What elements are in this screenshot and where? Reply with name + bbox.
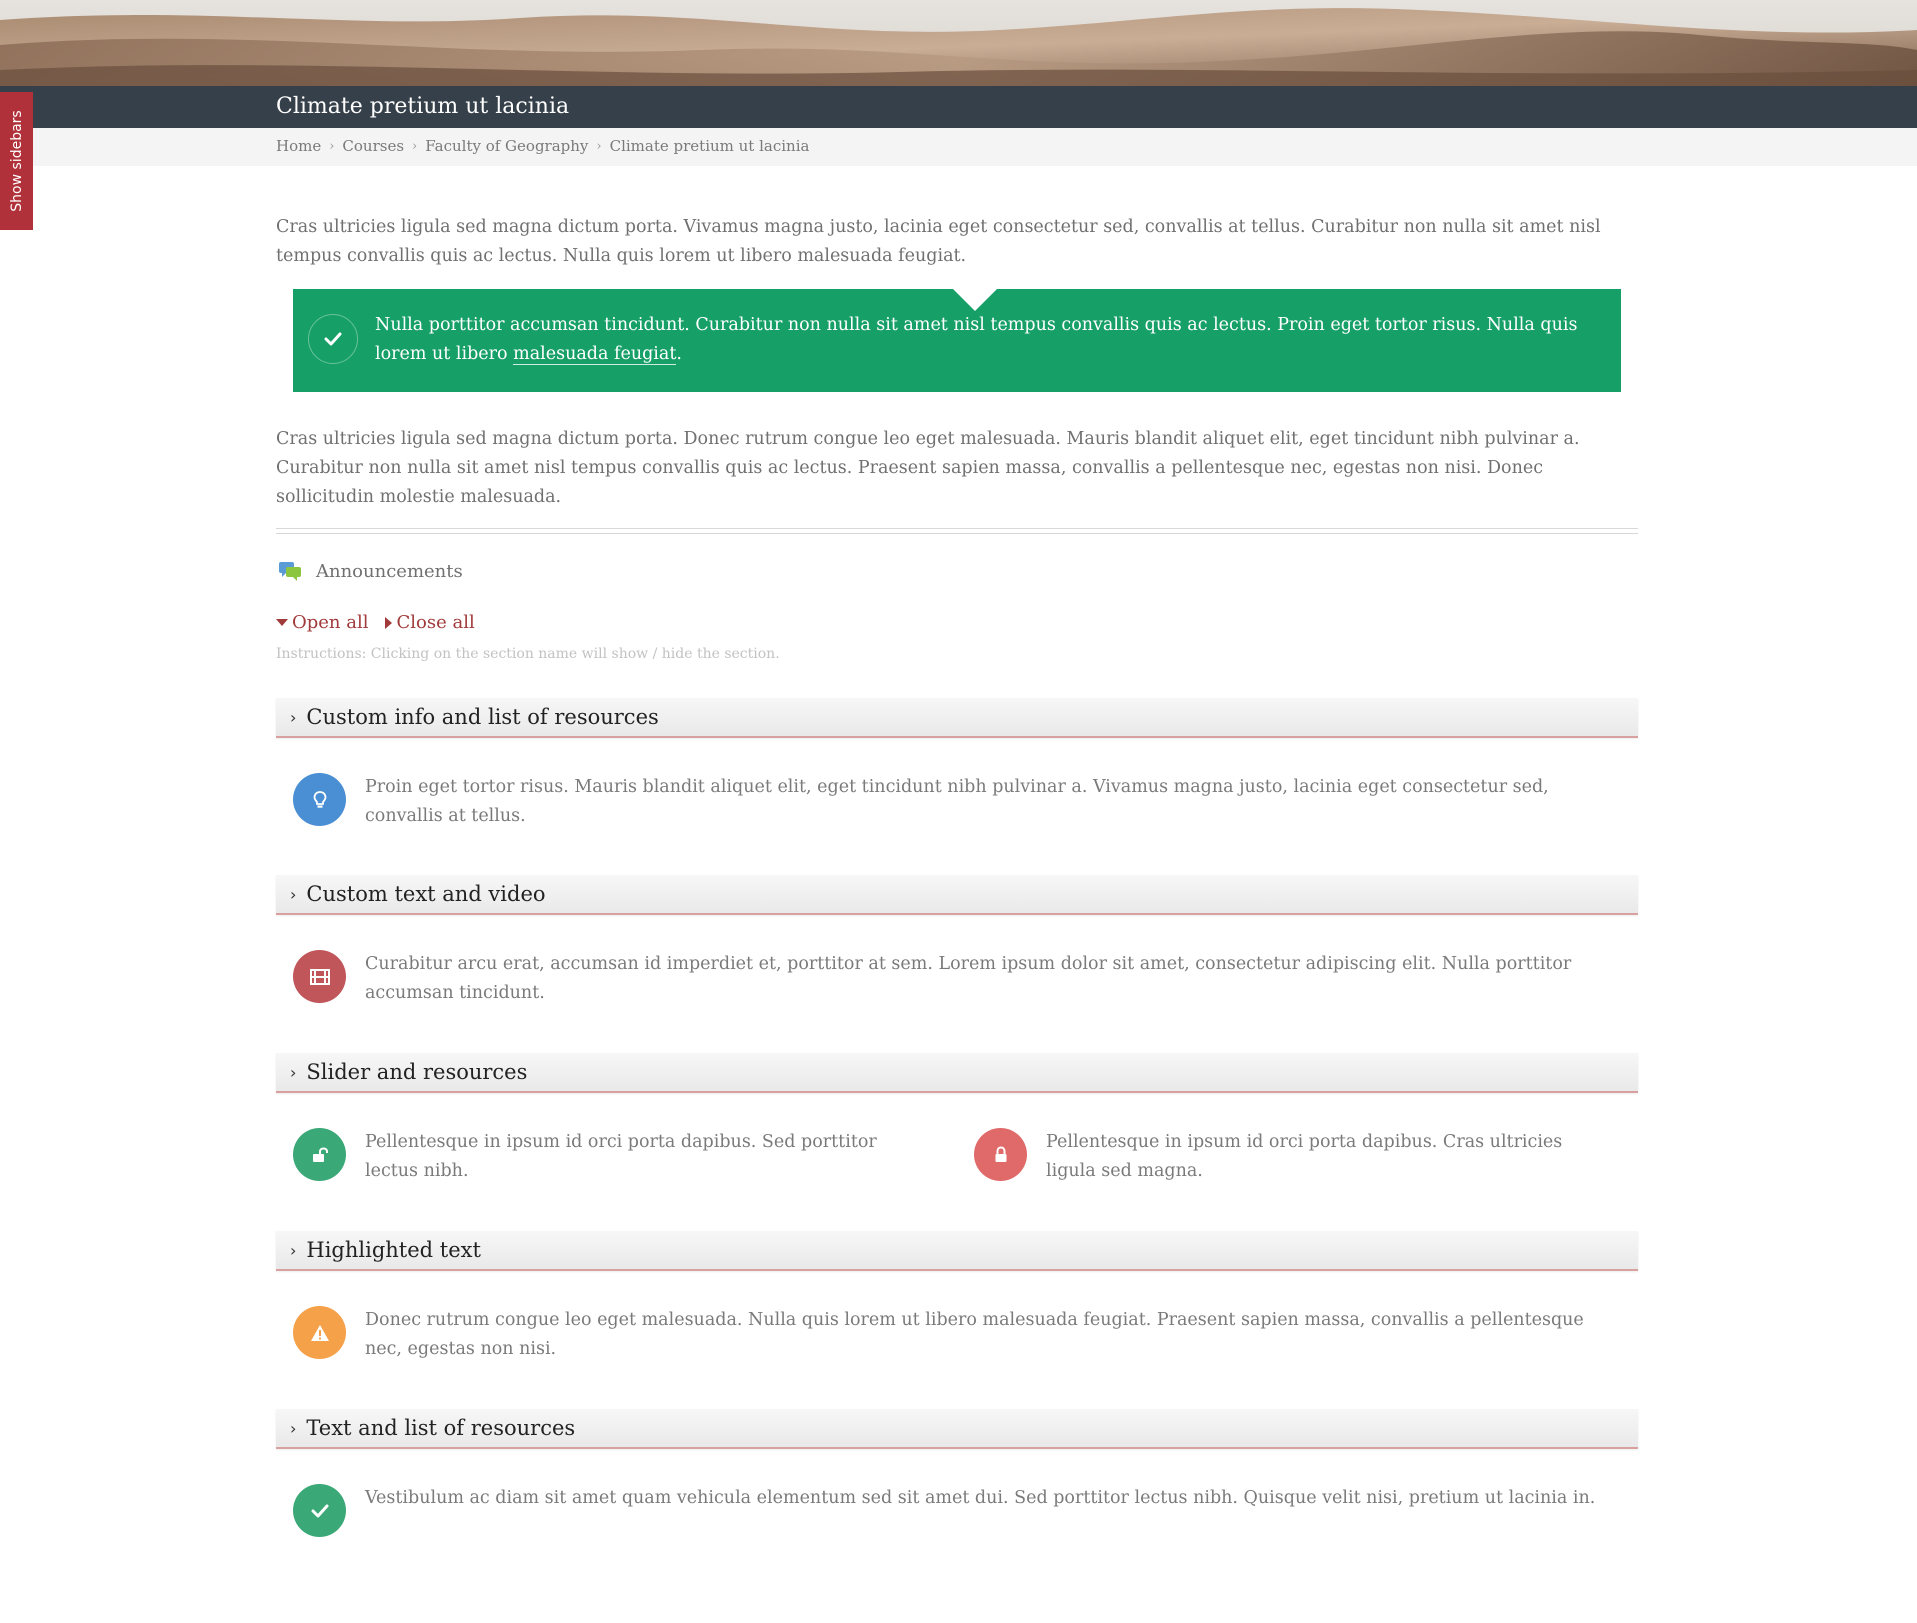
list-item: Pellentesque in ipsum id orci porta dapi… xyxy=(974,1128,1614,1186)
page-title: Climate pretium ut lacinia xyxy=(276,94,570,119)
chevron-right-icon: › xyxy=(290,884,297,904)
item-text: Proin eget tortor risus. Mauris blandit … xyxy=(365,777,1549,826)
header-banner-image xyxy=(0,0,1917,86)
list-item: Pellentesque in ipsum id orci porta dapi… xyxy=(293,1128,913,1186)
close-all-link[interactable]: Close all xyxy=(384,612,475,633)
item-text: Pellentesque in ipsum id orci porta dapi… xyxy=(1046,1132,1563,1181)
list-item: Proin eget tortor risus. Mauris blandit … xyxy=(293,773,1593,831)
section-title: Custom info and list of resources xyxy=(306,705,659,729)
show-sidebars-label: Show sidebars xyxy=(8,110,25,212)
section-header-highlighted-text[interactable]: › Highlighted text xyxy=(276,1231,1638,1271)
warning-icon xyxy=(293,1306,346,1359)
chevron-right-icon: › xyxy=(290,1240,297,1260)
list-item: Donec rutrum congue leo eget malesuada. … xyxy=(293,1306,1613,1364)
breadcrumb-separator-icon: › xyxy=(412,138,418,154)
breadcrumb-current[interactable]: Climate pretium ut lacinia xyxy=(610,137,810,155)
announcements-label: Announcements xyxy=(316,560,463,582)
section-title: Text and list of resources xyxy=(306,1416,576,1440)
film-icon xyxy=(293,950,346,1003)
item-text: Curabitur arcu erat, accumsan id imperdi… xyxy=(365,954,1572,1003)
show-sidebars-button[interactable]: Show sidebars xyxy=(0,92,33,230)
section-header-slider-resources[interactable]: › Slider and resources xyxy=(276,1053,1638,1093)
caret-right-icon xyxy=(384,616,392,629)
breadcrumb-separator-icon: › xyxy=(596,138,602,154)
section-toggles: Open all Close all xyxy=(276,612,475,633)
check-icon xyxy=(293,1484,346,1537)
list-item: Curabitur arcu erat, accumsan id imperdi… xyxy=(293,950,1593,1008)
section-header-custom-text-video[interactable]: › Custom text and video xyxy=(276,875,1638,915)
item-text: Pellentesque in ipsum id orci porta dapi… xyxy=(365,1132,877,1181)
open-all-label: Open all xyxy=(292,612,369,633)
callout-end: . xyxy=(676,344,682,364)
chevron-right-icon: › xyxy=(290,707,297,727)
section-header-custom-info[interactable]: › Custom info and list of resources xyxy=(276,698,1638,738)
intro-paragraph-2: Cras ultricies ligula sed magna dictum p… xyxy=(276,429,1580,507)
lightbulb-icon xyxy=(293,773,346,826)
open-all-link[interactable]: Open all xyxy=(276,612,369,633)
section-header-text-resources[interactable]: › Text and list of resources xyxy=(276,1409,1638,1449)
announcements-link[interactable]: Announcements xyxy=(278,560,463,582)
chevron-right-icon: › xyxy=(290,1062,297,1082)
caret-down-icon xyxy=(276,619,288,626)
item-text: Vestibulum ac diam sit amet quam vehicul… xyxy=(365,1488,1596,1508)
breadcrumb-courses[interactable]: Courses xyxy=(342,137,404,155)
instructions-text: Instructions: Clicking on the section na… xyxy=(276,646,780,662)
section-title: Slider and resources xyxy=(306,1060,528,1084)
title-bar: Climate pretium ut lacinia xyxy=(0,86,1917,128)
intro-paragraph-1: Cras ultricies ligula sed magna dictum p… xyxy=(276,217,1601,266)
chat-bubbles-icon xyxy=(279,562,301,581)
section-title: Highlighted text xyxy=(306,1238,481,1262)
success-callout: Nulla porttitor accumsan tincidunt. Cura… xyxy=(293,289,1621,392)
chevron-right-icon: › xyxy=(290,1418,297,1438)
section-title: Custom text and video xyxy=(306,882,546,906)
callout-link[interactable]: malesuada feugiat xyxy=(513,344,677,365)
lock-icon xyxy=(974,1128,1027,1181)
breadcrumb-bar: Home › Courses › Faculty of Geography › … xyxy=(0,128,1917,166)
item-text: Donec rutrum congue leo eget malesuada. … xyxy=(365,1310,1584,1359)
breadcrumb-faculty[interactable]: Faculty of Geography xyxy=(425,137,588,155)
divider xyxy=(276,528,1638,534)
list-item: Vestibulum ac diam sit amet quam vehicul… xyxy=(293,1484,1613,1537)
breadcrumb-separator-icon: › xyxy=(329,138,335,154)
breadcrumb-home[interactable]: Home xyxy=(276,137,321,155)
check-icon xyxy=(308,314,358,364)
callout-text: Nulla porttitor accumsan tincidunt. Cura… xyxy=(375,311,1595,369)
callout-notch xyxy=(953,289,997,311)
unlock-icon xyxy=(293,1128,346,1181)
breadcrumb: Home › Courses › Faculty of Geography › … xyxy=(276,137,809,155)
close-all-label: Close all xyxy=(396,612,475,633)
